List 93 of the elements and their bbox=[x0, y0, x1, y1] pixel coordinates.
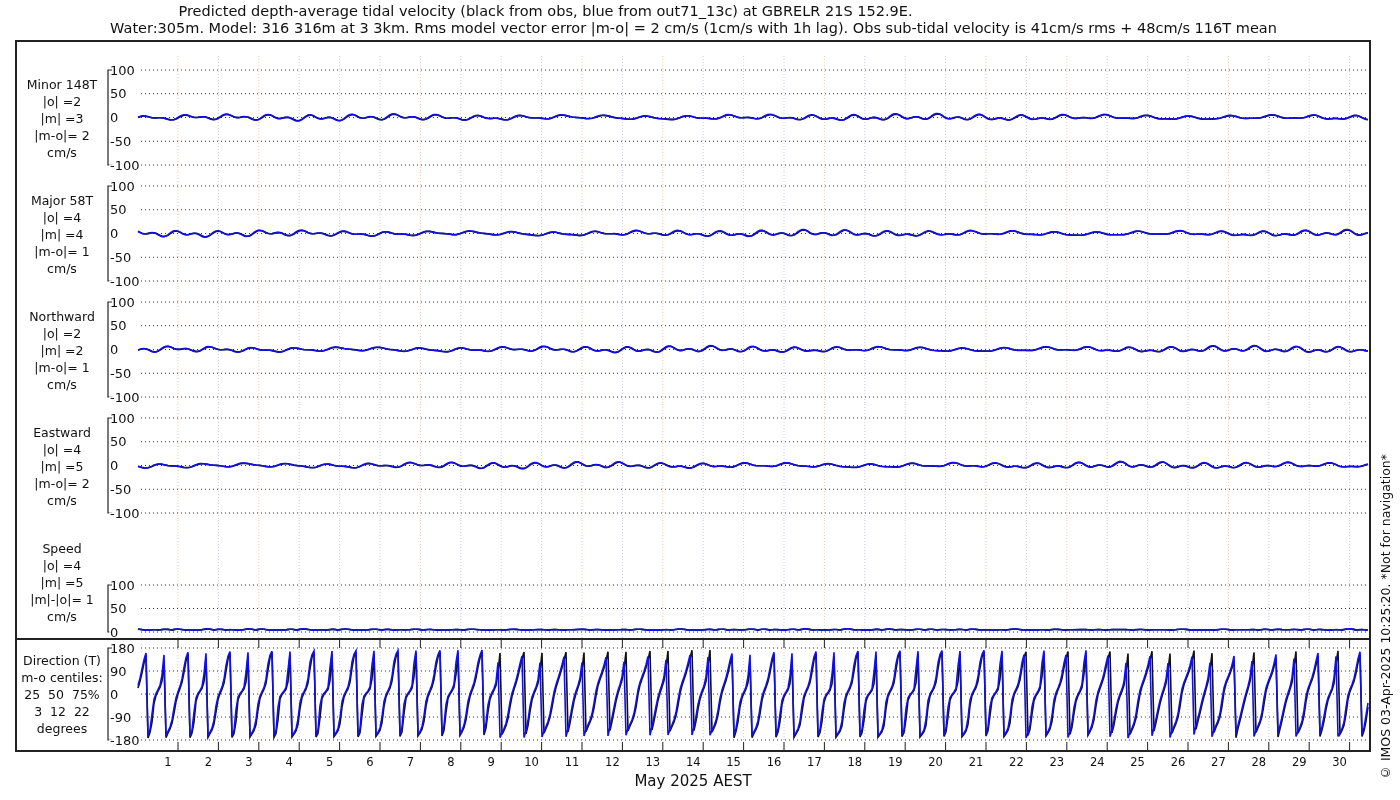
day-label: 23 bbox=[1049, 755, 1065, 769]
panel-label: 25 50 75% bbox=[24, 686, 100, 703]
day-label: 28 bbox=[1251, 755, 1267, 769]
day-label: 27 bbox=[1211, 755, 1226, 769]
chart-title: Predicted depth-average tidal velocity (black from obs, blue from out71_13c) at GBRELR 21S 152.9E. bbox=[178, 3, 913, 20]
y-tick-label: 0 bbox=[110, 686, 119, 702]
panel-label: |o| =4 bbox=[42, 441, 82, 458]
panel-label: |m-o|= 1 bbox=[34, 359, 90, 376]
panel-label: Northward bbox=[29, 308, 95, 325]
y-tick-label: 100 bbox=[110, 410, 135, 426]
y-tick-label: 0 bbox=[110, 342, 119, 357]
y-tick-label: -180 bbox=[110, 732, 140, 748]
day-label: 29 bbox=[1291, 755, 1307, 769]
copyright-note: © IMOS 03-Apr-2025 10:25:20. *Not for navigation* bbox=[1378, 453, 1393, 780]
panel-label: |m| =5 bbox=[40, 574, 84, 591]
panel-label: |m| =5 bbox=[40, 458, 84, 475]
day-label: 30 bbox=[1332, 755, 1347, 769]
y-tick-label: -50 bbox=[110, 365, 132, 381]
day-label: 20 bbox=[928, 755, 943, 769]
y-tick-label: -100 bbox=[110, 157, 140, 172]
panel-label: degrees bbox=[36, 720, 88, 737]
panel-label: Direction (T) bbox=[23, 652, 101, 669]
panel-label: |m-o|= 2 bbox=[34, 475, 90, 492]
y-tick-label: 0 bbox=[110, 624, 119, 638]
panel-label: Speed bbox=[42, 540, 82, 557]
day-label: 12 bbox=[605, 755, 620, 769]
y-tick-label: -100 bbox=[110, 273, 140, 288]
day-label: 15 bbox=[726, 755, 741, 769]
y-axis bbox=[107, 584, 113, 633]
y-tick-label: -50 bbox=[110, 481, 132, 497]
y-tick-label: 100 bbox=[110, 294, 135, 310]
panel-label: |m|-|o|= 1 bbox=[30, 591, 94, 608]
day-label: 2 bbox=[204, 755, 213, 769]
day-label: 22 bbox=[1009, 755, 1024, 769]
panel-label: |o| =2 bbox=[42, 93, 82, 110]
panel-label: 3 12 22 bbox=[34, 703, 90, 720]
y-tick-label: 50 bbox=[110, 601, 127, 616]
y-tick-label: 90 bbox=[110, 663, 127, 679]
day-label: 3 bbox=[245, 755, 253, 769]
panel-label: cm/s bbox=[47, 376, 77, 393]
y-tick-label: 50 bbox=[110, 86, 127, 102]
panel-label: |m| =3 bbox=[40, 110, 84, 127]
x-axis-title: May 2025 AEST bbox=[634, 772, 752, 790]
day-label: 8 bbox=[447, 755, 455, 769]
day-label: 26 bbox=[1170, 755, 1186, 769]
y-tick-label: 100 bbox=[110, 62, 135, 78]
panel-label: |o| =4 bbox=[42, 557, 82, 574]
day-label: 13 bbox=[645, 755, 661, 769]
day-label: 14 bbox=[685, 755, 701, 769]
y-tick-label: 50 bbox=[110, 434, 127, 450]
day-label: 7 bbox=[406, 755, 415, 769]
day-label: 5 bbox=[325, 755, 334, 769]
chart-subtitle: Water:305m. Model: 316 316m at 3 3km. Rms model vector error |m-o| = 2 cm/s (1cm/s with 1h lag). Obs sub-tidal velocity is 41cm/s rms + 48cm/s 116T mean bbox=[110, 20, 1277, 37]
panel-label: |m| =4 bbox=[40, 226, 84, 243]
panel-label: m-o centiles: bbox=[21, 669, 103, 686]
day-label: 24 bbox=[1089, 755, 1105, 769]
day-label: 18 bbox=[847, 755, 863, 769]
panel-label: Minor 148T bbox=[26, 76, 98, 93]
y-tick-label: 100 bbox=[110, 178, 135, 194]
panel-label: Eastward bbox=[33, 424, 91, 441]
y-tick-label: 50 bbox=[110, 318, 127, 334]
panel-label: |o| =2 bbox=[42, 325, 82, 342]
panel-label: cm/s bbox=[47, 608, 77, 625]
day-label: 16 bbox=[766, 755, 782, 769]
panel-label: |m-o|= 1 bbox=[34, 243, 90, 260]
panel-label: |m-o|= 2 bbox=[34, 127, 90, 144]
day-label: 25 bbox=[1130, 755, 1145, 769]
y-tick-label: -50 bbox=[110, 249, 132, 265]
day-label: 19 bbox=[887, 755, 903, 769]
y-tick-label: 50 bbox=[110, 202, 127, 218]
y-tick-label: -100 bbox=[110, 505, 140, 520]
day-label: 4 bbox=[285, 755, 293, 769]
y-tick-label: -50 bbox=[110, 133, 132, 149]
y-tick-label: -100 bbox=[110, 389, 140, 404]
y-tick-label: 0 bbox=[110, 226, 119, 241]
day-label: 10 bbox=[524, 755, 539, 769]
panel-label: Major 58T bbox=[30, 192, 94, 209]
day-label: 9 bbox=[487, 755, 495, 769]
day-label: 21 bbox=[968, 755, 984, 769]
day-label: 6 bbox=[366, 755, 374, 769]
panel-label: cm/s bbox=[47, 144, 77, 161]
y-tick-label: 180 bbox=[110, 640, 135, 656]
y-tick-label: 100 bbox=[110, 577, 135, 593]
day-label: 11 bbox=[564, 755, 580, 769]
panel-label: cm/s bbox=[47, 492, 77, 509]
panel-label: |o| =4 bbox=[42, 209, 82, 226]
day-label: 17 bbox=[807, 755, 822, 769]
day-label: 1 bbox=[164, 755, 172, 769]
y-tick-label: 0 bbox=[110, 110, 119, 125]
y-tick-label: 0 bbox=[110, 458, 119, 473]
y-tick-label: -90 bbox=[110, 709, 132, 725]
panel-label: |m| =2 bbox=[40, 342, 84, 359]
panel-label: cm/s bbox=[47, 260, 77, 277]
